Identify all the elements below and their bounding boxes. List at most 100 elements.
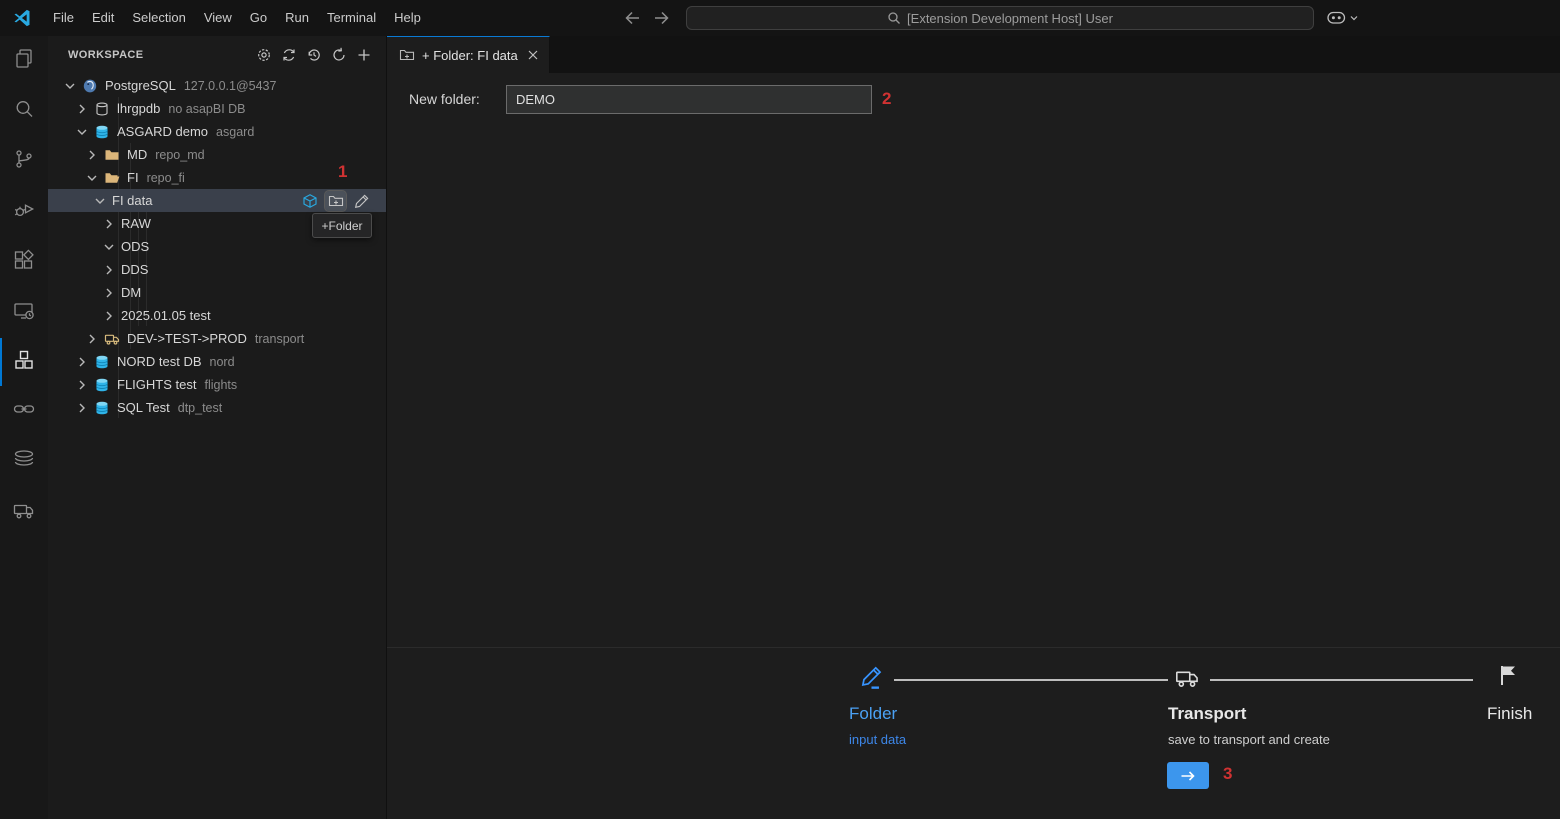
refresh-icon[interactable] — [331, 47, 347, 63]
command-center[interactable]: [Extension Development Host] User — [686, 6, 1314, 30]
menu-selection[interactable]: Selection — [123, 0, 194, 36]
activity-source-control[interactable] — [0, 137, 48, 185]
tree-item-dds[interactable]: DDS — [48, 258, 386, 281]
stepper-line — [1210, 679, 1473, 681]
chevron-right-icon[interactable] — [101, 308, 117, 324]
copilot-icon — [1326, 9, 1347, 26]
step-folder-subtitle: input data — [849, 732, 907, 747]
activity-data-layers[interactable] — [0, 437, 48, 485]
next-button[interactable] — [1167, 762, 1209, 789]
tree-item-dm[interactable]: DM — [48, 281, 386, 304]
chevron-down-icon[interactable] — [101, 239, 117, 255]
tree-item-label: DM — [121, 285, 142, 300]
postgres-icon — [82, 78, 100, 94]
layers-icon — [12, 447, 36, 476]
workspace-tree: PostgreSQL 127.0.0.1@5437 lhrgpdb no asapBI… — [48, 74, 386, 419]
history-icon[interactable] — [306, 47, 322, 63]
menu-edit[interactable]: Edit — [83, 0, 123, 36]
activity-remote-explorer[interactable] — [0, 289, 48, 337]
tree-item-ods[interactable]: ODS — [48, 235, 386, 258]
chevron-right-icon[interactable] — [101, 216, 117, 232]
tree-item-sql-test[interactable]: SQL Test dtp_test — [48, 396, 386, 419]
title-bar: File Edit Selection View Go Run Terminal… — [0, 0, 1560, 36]
db-icon — [94, 377, 112, 393]
tree-item-label: PostgreSQL — [105, 78, 176, 93]
pencil-icon — [857, 663, 887, 698]
menu-view[interactable]: View — [195, 0, 241, 36]
chevron-right-icon[interactable] — [101, 262, 117, 278]
folder-icon — [104, 147, 122, 163]
menu-terminal[interactable]: Terminal — [318, 0, 385, 36]
annotation-1: 1 — [338, 162, 348, 181]
chevron-right-icon[interactable] — [84, 147, 100, 163]
chevron-right-icon[interactable] — [74, 400, 90, 416]
chevron-down-icon[interactable] — [92, 193, 108, 209]
step-transport-title: Transport — [1168, 704, 1247, 723]
tree-item-2025-01-05-test[interactable]: 2025.01.05 test — [48, 304, 386, 327]
tree-item-label: FLIGHTS test — [117, 377, 197, 392]
chevron-down-icon — [1349, 13, 1359, 23]
edit-action-icon[interactable] — [351, 191, 372, 211]
tree-item-description: transport — [254, 331, 305, 346]
chevron-down-icon[interactable] — [74, 124, 90, 140]
sidebar-header: WORKSPACE — [48, 36, 386, 74]
tree-item-fi[interactable]: FI repo_fi — [48, 166, 386, 189]
sync-icon[interactable] — [281, 47, 297, 63]
activity-run-debug[interactable] — [0, 187, 48, 235]
menu-run[interactable]: Run — [276, 0, 318, 36]
activity-search[interactable] — [0, 87, 48, 135]
tab-label: + Folder: FI data — [422, 47, 518, 63]
menu-go[interactable]: Go — [241, 0, 276, 36]
activity-explorer[interactable] — [0, 37, 48, 85]
tree-item-description: repo_fi — [146, 170, 185, 185]
sidebar-title: WORKSPACE — [68, 49, 144, 61]
tree-item-label: ASGARD demo — [117, 124, 209, 139]
cubes-icon — [12, 348, 36, 377]
menu-bar: File Edit Selection View Go Run Terminal… — [44, 0, 430, 36]
vscode-logo-icon — [12, 8, 32, 28]
chevron-right-icon[interactable] — [74, 354, 90, 370]
tree-item-postgresql[interactable]: PostgreSQL 127.0.0.1@5437 — [48, 74, 386, 97]
tree-item-asgard-demo[interactable]: ASGARD demo asgard — [48, 120, 386, 143]
tree-item-description: repo_md — [155, 147, 205, 162]
tab-bar: + Folder: FI data — [387, 36, 1560, 73]
tab-folder-fi-data[interactable]: + Folder: FI data — [387, 36, 550, 73]
chevron-right-icon[interactable] — [74, 377, 90, 393]
tree-item-lhrgpdb[interactable]: lhrgpdb no asapBI DB — [48, 97, 386, 120]
tree-item-dev-test-prod[interactable]: DEV->TEST->PROD transport — [48, 327, 386, 350]
explorer-icon — [12, 47, 36, 76]
new-folder-action-icon[interactable] — [324, 189, 347, 212]
db-icon — [94, 400, 112, 416]
activity-link[interactable] — [0, 387, 48, 435]
annotation-3: 3 — [1223, 764, 1233, 783]
chevron-right-icon[interactable] — [101, 285, 117, 301]
back-arrow-icon[interactable] — [622, 8, 642, 28]
copilot-menu[interactable] — [1326, 9, 1359, 26]
chevron-down-icon[interactable] — [62, 78, 78, 94]
chevron-right-icon[interactable] — [74, 101, 90, 117]
tree-item-nord-test-db[interactable]: NORD test DB nord — [48, 350, 386, 373]
close-icon[interactable] — [525, 47, 541, 63]
settings-gear-icon[interactable] — [256, 47, 272, 63]
menu-file[interactable]: File — [44, 0, 83, 36]
step-finish-title: Finish — [1487, 704, 1533, 723]
forward-arrow-icon[interactable] — [652, 8, 672, 28]
activity-cubes-extension[interactable] — [0, 338, 48, 386]
row-actions — [299, 189, 372, 212]
tree-item-description: flights — [204, 377, 238, 392]
activity-transport[interactable] — [0, 488, 48, 536]
new-folder-input[interactable] — [506, 85, 872, 114]
editor-area: + Folder: FI data New folder: 2 — [386, 36, 1560, 819]
cube-action-icon[interactable] — [299, 191, 320, 211]
tree-item-fi-data[interactable]: FI data — [48, 189, 386, 212]
activity-extensions[interactable] — [0, 238, 48, 286]
chevron-right-icon[interactable] — [84, 331, 100, 347]
tree-item-flights-test[interactable]: FLIGHTS test flights — [48, 373, 386, 396]
add-icon[interactable] — [356, 47, 372, 63]
tree-item-description: no asapBI DB — [168, 101, 246, 116]
folder-open-icon — [104, 170, 122, 186]
tree-item-md[interactable]: MD repo_md — [48, 143, 386, 166]
chevron-down-icon[interactable] — [84, 170, 100, 186]
menu-help[interactable]: Help — [385, 0, 430, 36]
step-transport-subtitle: save to transport and create — [1168, 732, 1330, 747]
